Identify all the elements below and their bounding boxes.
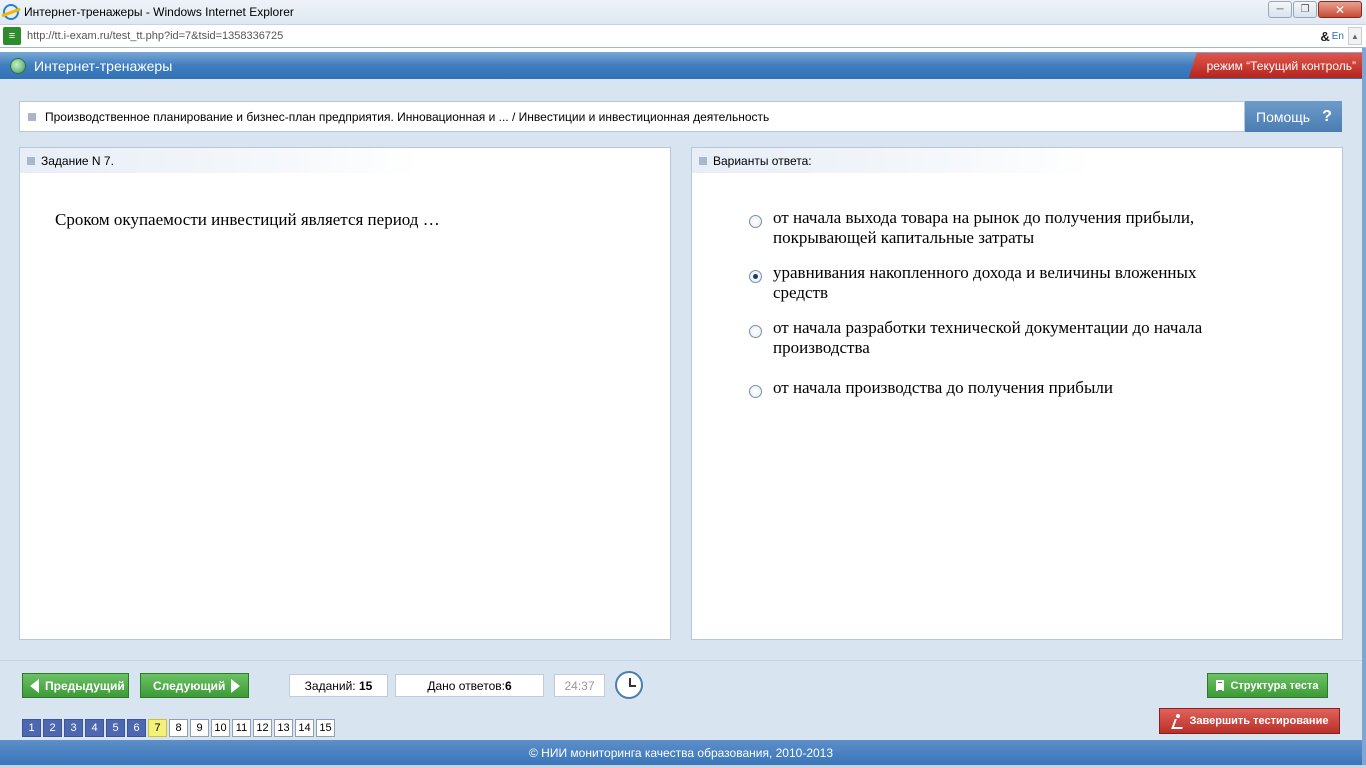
question-pager: 1 2 3 4 5 6 7 8 9 10 11 12 13 14 15 — [22, 719, 337, 737]
answer-text-line: от начала выхода товара на рынок до полу… — [773, 208, 1195, 227]
navigation-bar: Предыдущий Следующий Заданий: 15 Дано от… — [0, 660, 1362, 740]
answers-panel-header: Варианты ответа: — [692, 148, 1092, 173]
page-link-12[interactable]: 12 — [253, 719, 272, 737]
app-title: Интернет-тренажеры — [34, 57, 173, 74]
page-link-9[interactable]: 9 — [190, 719, 209, 737]
arrow-right-icon — [231, 678, 241, 693]
page-link-4[interactable]: 4 — [85, 719, 104, 737]
running-man-icon — [1171, 714, 1185, 728]
window-title: Интернет-тренажеры - Windows Internet Ex… — [24, 5, 294, 19]
main-content: Производственное планирование и бизнес-п… — [0, 79, 1362, 660]
answers-given-label: Дано ответов: — [427, 678, 505, 693]
help-icon: ? — [1322, 107, 1332, 125]
breadcrumb-text: Производственное планирование и бизнес-п… — [45, 109, 770, 124]
tasks-counter: Заданий: 15 — [289, 674, 388, 697]
answers-given-count: 6 — [504, 678, 512, 693]
answers-counter: Дано ответов: 6 — [395, 674, 544, 697]
page-link-10[interactable]: 10 — [211, 719, 230, 737]
page-favicon-icon: ≡ — [3, 27, 21, 45]
next-label: Следующий — [153, 678, 226, 693]
answer-text-line: уравнивания накопленного дохода и величи… — [773, 263, 1197, 282]
test-structure-button[interactable]: Структура теста — [1207, 673, 1328, 698]
page-link-11[interactable]: 11 — [232, 719, 251, 737]
answer-text-line: средств — [773, 283, 829, 302]
tasks-label: Заданий: — [304, 678, 356, 693]
footer: © НИИ мониторинга качества образования, … — [0, 740, 1362, 765]
bullet-icon — [27, 156, 35, 165]
window-titlebar: Интернет-тренажеры - Windows Internet Ex… — [0, 0, 1366, 24]
answer-text-line: покрывающей капитальные затраты — [773, 228, 1035, 247]
page-link-13[interactable]: 13 — [274, 719, 293, 737]
minimize-icon[interactable]: ─ — [1268, 1, 1292, 18]
address-url[interactable]: http://tt.i-exam.ru/test_tt.php?id=7&tsi… — [27, 30, 283, 42]
radio-button-4[interactable] — [749, 385, 762, 398]
page-link-14[interactable]: 14 — [295, 719, 314, 737]
test-structure-label: Структура теста — [1230, 679, 1319, 692]
app-header: Интернет-тренажеры режим “Текущий контро… — [0, 52, 1362, 79]
arrow-left-icon — [30, 678, 39, 693]
bullet-icon — [28, 112, 36, 121]
clock-icon — [615, 671, 643, 699]
finish-test-button[interactable]: Завершить тестирование — [1159, 708, 1340, 734]
page-link-1[interactable]: 1 — [22, 719, 41, 737]
answers-title: Варианты ответа: — [713, 153, 812, 168]
answer-text-line: от начала производства до получения приб… — [773, 378, 1113, 397]
answer-option-3[interactable]: от начала разработки технической докумен… — [748, 318, 1268, 358]
task-panel: Задание N 7. Сроком окупаемости инвестиц… — [19, 147, 671, 640]
next-button[interactable]: Следующий — [140, 673, 249, 698]
answer-text-line: производства — [773, 338, 870, 357]
radio-button-2[interactable] — [749, 270, 762, 283]
window-controls: ─ ❐ ✕ — [1267, 1, 1362, 18]
scroll-up-icon[interactable]: ▲ — [1348, 27, 1362, 45]
restore-icon[interactable]: ❐ — [1293, 1, 1317, 18]
previous-button[interactable]: Предыдущий — [22, 673, 129, 698]
compatibility-icon[interactable]: & — [1320, 29, 1329, 44]
bullet-icon — [699, 156, 707, 165]
answer-option-4[interactable]: от начала производства до получения приб… — [748, 378, 1268, 398]
app-logo-icon — [10, 57, 26, 74]
tasks-count: 15 — [358, 678, 373, 693]
address-bar: ≡ http://tt.i-exam.ru/test_tt.php?id=7&t… — [0, 24, 1366, 48]
page-link-6[interactable]: 6 — [127, 719, 146, 737]
page-link-8[interactable]: 8 — [169, 719, 188, 737]
radio-button-3[interactable] — [749, 325, 762, 338]
mode-badge: режим “Текущий контроль” — [1188, 53, 1362, 78]
address-tools: & En ▲ — [1318, 27, 1362, 45]
help-label: Помощь — [1256, 108, 1311, 125]
page-link-5[interactable]: 5 — [106, 719, 125, 737]
timer: 24:37 — [554, 674, 605, 697]
page-link-2[interactable]: 2 — [43, 719, 62, 737]
finish-test-label: Завершить тестирование — [1189, 715, 1329, 727]
question-text: Сроком окупаемости инвестиций является п… — [55, 210, 440, 229]
task-number: Задание N 7. — [41, 153, 114, 168]
answer-list: от начала выхода товара на рынок до полу… — [748, 208, 1268, 398]
answers-panel: Варианты ответа: от начала выхода товара… — [691, 147, 1343, 640]
previous-label: Предыдущий — [45, 678, 125, 693]
ie-logo-icon — [3, 4, 19, 20]
task-panel-header: Задание N 7. — [20, 148, 420, 173]
help-button[interactable]: Помощь ? — [1245, 101, 1342, 132]
page-link-15[interactable]: 15 — [316, 719, 335, 737]
page-link-7[interactable]: 7 — [148, 719, 167, 737]
language-icon[interactable]: En — [1332, 31, 1344, 42]
breadcrumb: Производственное планирование и бизнес-п… — [19, 101, 1245, 132]
document-icon — [1216, 680, 1225, 691]
close-icon[interactable]: ✕ — [1318, 1, 1362, 18]
answer-option-1[interactable]: от начала выхода товара на рынок до полу… — [748, 208, 1268, 248]
answer-text-line: от начала разработки технической докумен… — [773, 318, 1203, 337]
answer-option-2[interactable]: уравнивания накопленного дохода и величи… — [748, 263, 1268, 303]
scrollbar[interactable] — [1362, 48, 1366, 768]
radio-button-1[interactable] — [749, 215, 762, 228]
page-link-3[interactable]: 3 — [64, 719, 83, 737]
